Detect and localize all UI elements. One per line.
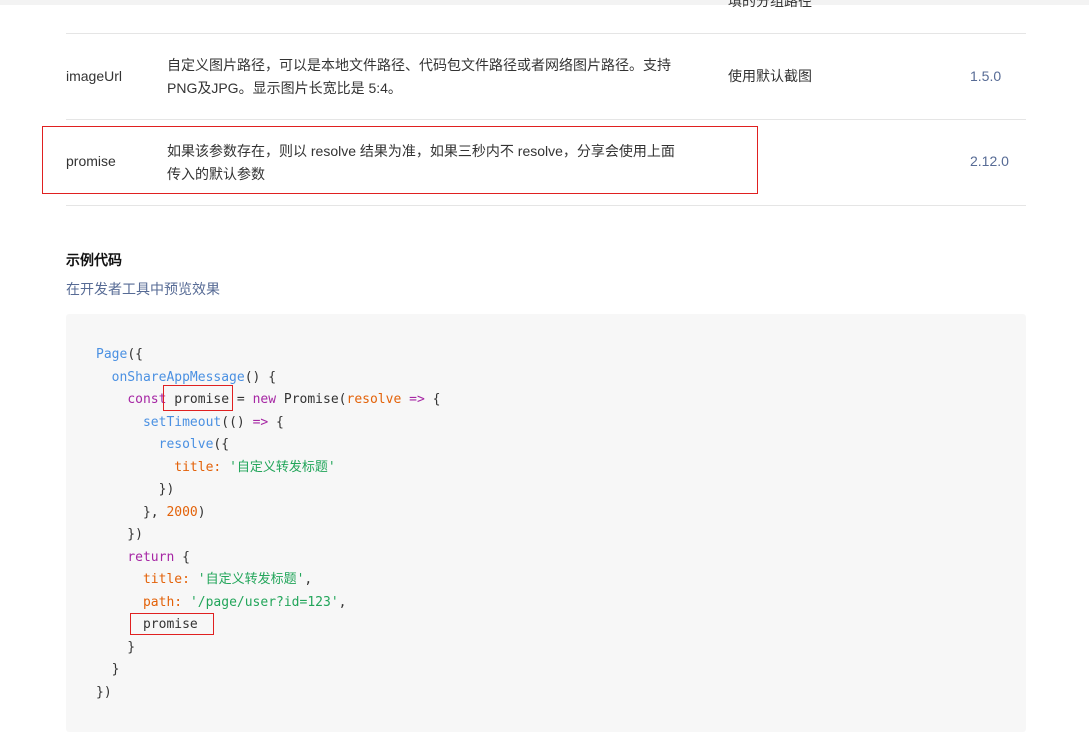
code-token: => <box>252 414 269 430</box>
param-name: imageUrl <box>66 68 123 84</box>
param-version: 1.5.0 <box>970 68 1002 84</box>
code-token: => <box>409 392 425 407</box>
highlight-box-row <box>42 126 758 194</box>
description-line: PNG及JPG。显示图片长宽比是 5:4。 <box>167 80 402 96</box>
code-token: resolve <box>158 437 214 452</box>
code-token: '/page/user?id=123' <box>189 594 339 610</box>
code-token: Promise <box>283 392 339 407</box>
table-divider <box>66 33 1026 34</box>
previous-row-text: 填的分组路径 <box>728 0 812 9</box>
code-token: resolve <box>346 392 402 407</box>
code-token: title: <box>174 459 222 475</box>
param-version: 2.12.0 <box>970 153 1009 169</box>
table-divider <box>66 205 1026 206</box>
description-line: 自定义图片路径，可以是本地文件路径、代码包文件路径或者网络图片路径。支持 <box>167 57 671 73</box>
code-block: Page({ onShareAppMessage() { const promi… <box>66 314 1026 732</box>
code-token: onShareAppMessage <box>111 369 245 385</box>
highlight-box-promise-prop <box>130 613 214 635</box>
param-default: 使用默认截图 <box>728 68 812 84</box>
code-token: '自定义转发标题' <box>229 459 336 475</box>
top-strip <box>0 0 1089 5</box>
code-token: path: <box>142 594 183 610</box>
code-content: Page({ onShareAppMessage() { const promi… <box>96 347 441 700</box>
code-token: Page <box>96 347 128 362</box>
highlight-box-promise-const <box>163 385 233 411</box>
table-divider <box>66 119 1026 120</box>
code-token: title: <box>142 572 190 587</box>
code-token: const <box>127 392 167 407</box>
preview-in-devtools-link[interactable]: 在开发者工具中预览效果 <box>66 279 220 299</box>
code-token: setTimeout <box>142 414 222 430</box>
code-token: return <box>127 549 175 565</box>
section-title: 示例代码 <box>66 252 122 268</box>
code-token: '自定义转发标题' <box>197 572 305 587</box>
code-token: new <box>252 392 277 407</box>
code-token: 2000 <box>166 504 198 520</box>
param-description: 自定义图片路径，可以是本地文件路径、代码包文件路径或者网络图片路径。支持 PNG… <box>167 54 687 100</box>
